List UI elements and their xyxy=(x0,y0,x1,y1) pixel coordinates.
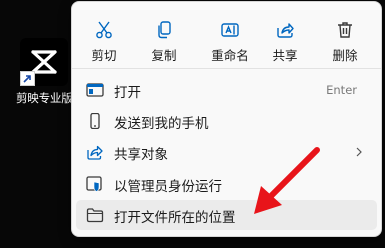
share-icon xyxy=(277,23,294,38)
menu-item-open-file-location[interactable]: 打开文件所在的位置 xyxy=(76,200,377,230)
menu-item-open-file-location-label: 打开文件所在的位置 xyxy=(114,210,236,226)
menu-item-run-as-admin-label: 以管理员身份运行 xyxy=(114,179,222,195)
menu-item-send-to-phone-label: 发送到我的手机 xyxy=(114,116,209,132)
cut-label: 剪切 xyxy=(91,48,117,63)
copy-button[interactable]: 复制 xyxy=(138,12,190,64)
context-menu: 剪切 复制 重命名 共享 删除 打开 Enter 发送到我的手机 共享对象 以管… xyxy=(71,1,382,237)
menu-item-open-shortcut: Enter xyxy=(326,83,357,97)
desktop-shortcut-capcut[interactable]: 剪映专业版 xyxy=(10,30,80,105)
menu-item-share-object-label: 共享对象 xyxy=(114,147,168,163)
copy-label: 复制 xyxy=(151,48,177,63)
menu-item-share-object[interactable]: 共享对象 xyxy=(76,137,377,167)
phone-icon xyxy=(90,113,100,129)
delete-button[interactable]: 删除 xyxy=(319,12,371,64)
open-window-icon xyxy=(86,83,104,97)
shortcut-arrow-icon xyxy=(20,71,35,86)
menu-item-send-to-phone[interactable]: 发送到我的手机 xyxy=(76,106,377,136)
context-menu-action-bar: 剪切 复制 重命名 共享 删除 xyxy=(72,2,381,68)
share-object-icon xyxy=(87,145,103,160)
share-label: 共享 xyxy=(272,48,298,63)
rename-button[interactable]: 重命名 xyxy=(200,12,260,64)
menu-item-run-as-admin[interactable]: 以管理员身份运行 xyxy=(76,169,377,199)
admin-shield-icon xyxy=(86,176,102,192)
copy-icon xyxy=(158,21,171,39)
trash-icon xyxy=(338,22,352,38)
rename-icon xyxy=(221,23,239,37)
scissors-icon xyxy=(96,21,112,39)
cut-button[interactable]: 剪切 xyxy=(78,12,130,64)
share-button[interactable]: 共享 xyxy=(259,12,311,64)
menu-item-open-label: 打开 xyxy=(114,85,141,101)
menu-item-open[interactable]: 打开 Enter xyxy=(76,75,377,105)
menu-divider xyxy=(72,68,381,69)
rename-label: 重命名 xyxy=(211,48,249,63)
chevron-right-icon xyxy=(356,147,362,157)
delete-label: 删除 xyxy=(332,48,358,63)
folder-icon xyxy=(86,208,104,223)
